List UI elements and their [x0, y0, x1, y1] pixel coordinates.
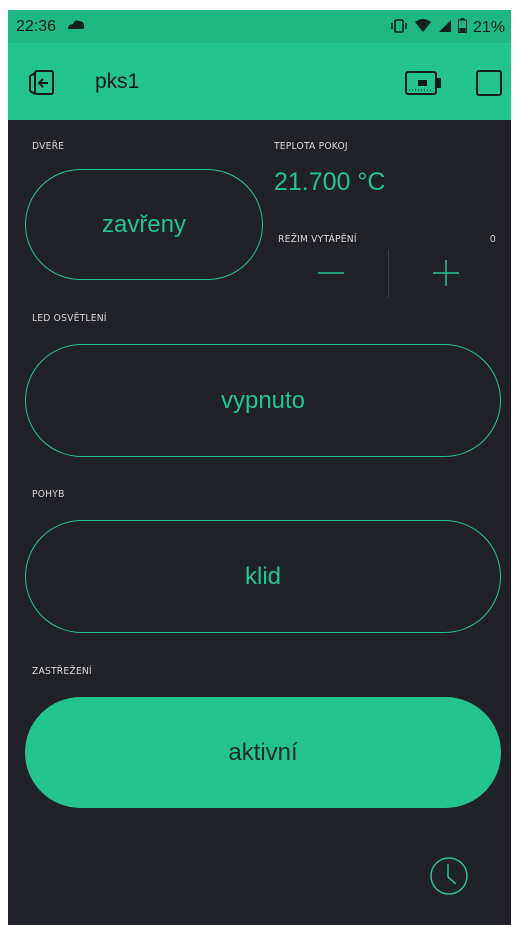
doors-label: DVEŘE: [32, 141, 65, 152]
exit-icon[interactable]: [28, 69, 56, 102]
motion-value: klid: [244, 562, 281, 590]
square-icon[interactable]: [476, 70, 502, 96]
heating-mode-value: 0: [490, 234, 496, 245]
heating-increase-button[interactable]: [408, 250, 488, 298]
led-button[interactable]: vypnuto: [25, 344, 501, 457]
status-bar: 22:36 21%: [8, 10, 511, 43]
alarm-value: aktivní: [228, 738, 298, 766]
status-icons: 21%: [390, 18, 505, 38]
clock-icon[interactable]: [429, 856, 469, 901]
alarm-label: ZASTŘEŽENÍ: [32, 666, 92, 677]
alarm-button[interactable]: aktivní: [25, 697, 501, 808]
doors-button[interactable]: zavřeny: [25, 169, 263, 280]
motion-label: POHYB: [32, 489, 65, 500]
battery-percent: 21%: [472, 19, 505, 36]
phone-screen: 22:36 21% pks1 DVEŘE zavřeny TEPLOTA POK…: [8, 10, 511, 925]
vibrate-icon: [390, 18, 408, 38]
app-bar: pks1: [8, 43, 511, 120]
battery-icon: [457, 18, 467, 38]
cloud-icon: [66, 17, 86, 35]
device-icon[interactable]: [405, 71, 443, 100]
stepper-divider: [388, 250, 389, 298]
project-title: pks1: [95, 70, 140, 93]
wifi-icon: [414, 18, 432, 38]
heating-mode-label: REŽIM VYTÁPĚNÍ: [278, 234, 357, 245]
signal-icon: [438, 19, 452, 38]
led-label: LED OSVĚTLENÍ: [32, 313, 107, 324]
doors-value: zavřeny: [101, 210, 187, 238]
temperature-value: 21.700 °C: [274, 168, 386, 196]
led-value: vypnuto: [220, 386, 306, 414]
status-time: 22:36: [16, 18, 57, 35]
temperature-label: TEPLOTA POKOJ: [274, 141, 348, 152]
motion-button[interactable]: klid: [25, 520, 501, 633]
heating-decrease-button[interactable]: [308, 250, 368, 298]
